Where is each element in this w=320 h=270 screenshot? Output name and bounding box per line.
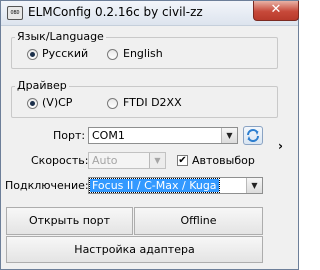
radio-russian-label[interactable]: Русский xyxy=(42,47,88,60)
radio-russian[interactable] xyxy=(27,49,38,60)
radio-english-label[interactable]: English xyxy=(123,47,163,60)
language-group: Язык/Language Русский English xyxy=(11,30,278,69)
window-title: ELMConfig 0.2.16c by civil-zz xyxy=(28,5,203,19)
language-group-label: Язык/Language xyxy=(15,30,106,43)
autoselect-label[interactable]: Автовыбор xyxy=(192,154,255,167)
speed-label: Скорость: xyxy=(31,154,89,167)
offline-button[interactable]: Offline xyxy=(134,207,263,235)
speed-value: Auto xyxy=(92,154,118,167)
speed-select[interactable]: Auto ▼ xyxy=(88,152,166,169)
open-port-button[interactable]: Открыть порт xyxy=(6,207,133,235)
refresh-icon xyxy=(247,129,259,142)
expand-panel-arrow[interactable]: › xyxy=(278,139,283,153)
radio-vcp[interactable] xyxy=(27,98,38,109)
connection-select[interactable]: Focus II / C-Max / Kuga ▼ xyxy=(88,177,263,194)
port-value: COM1 xyxy=(92,129,125,142)
chevron-down-icon[interactable]: ▼ xyxy=(221,128,237,143)
autoselect-checkbox[interactable]: ✔ xyxy=(177,155,188,166)
app-icon: OBD xyxy=(7,6,23,20)
title-bar[interactable]: OBD ELMConfig 0.2.16c by civil-zz ✕ xyxy=(1,1,299,26)
radio-ftdi-d2xx-label[interactable]: FTDI D2XX xyxy=(123,96,182,109)
port-select[interactable]: COM1 ▼ xyxy=(88,127,238,144)
driver-group: Драйвер (V)CP FTDI D2XX xyxy=(11,79,278,118)
chevron-down-icon[interactable]: ▼ xyxy=(149,153,165,168)
app-window: OBD ELMConfig 0.2.16c by civil-zz ✕ Язык… xyxy=(0,0,299,270)
adapter-setup-button[interactable]: Настройка адаптера xyxy=(6,236,263,263)
radio-ftdi-d2xx[interactable] xyxy=(107,98,118,109)
radio-vcp-label[interactable]: (V)CP xyxy=(42,96,72,109)
connection-value: Focus II / C-Max / Kuga xyxy=(89,178,220,193)
connection-label: Подключение: xyxy=(5,179,89,192)
chevron-down-icon[interactable]: ▼ xyxy=(246,178,262,193)
refresh-ports-button[interactable] xyxy=(243,126,263,145)
radio-english[interactable] xyxy=(107,49,118,60)
close-button[interactable]: ✕ xyxy=(253,1,299,21)
driver-group-label: Драйвер xyxy=(15,79,69,92)
port-label: Порт: xyxy=(53,129,86,142)
